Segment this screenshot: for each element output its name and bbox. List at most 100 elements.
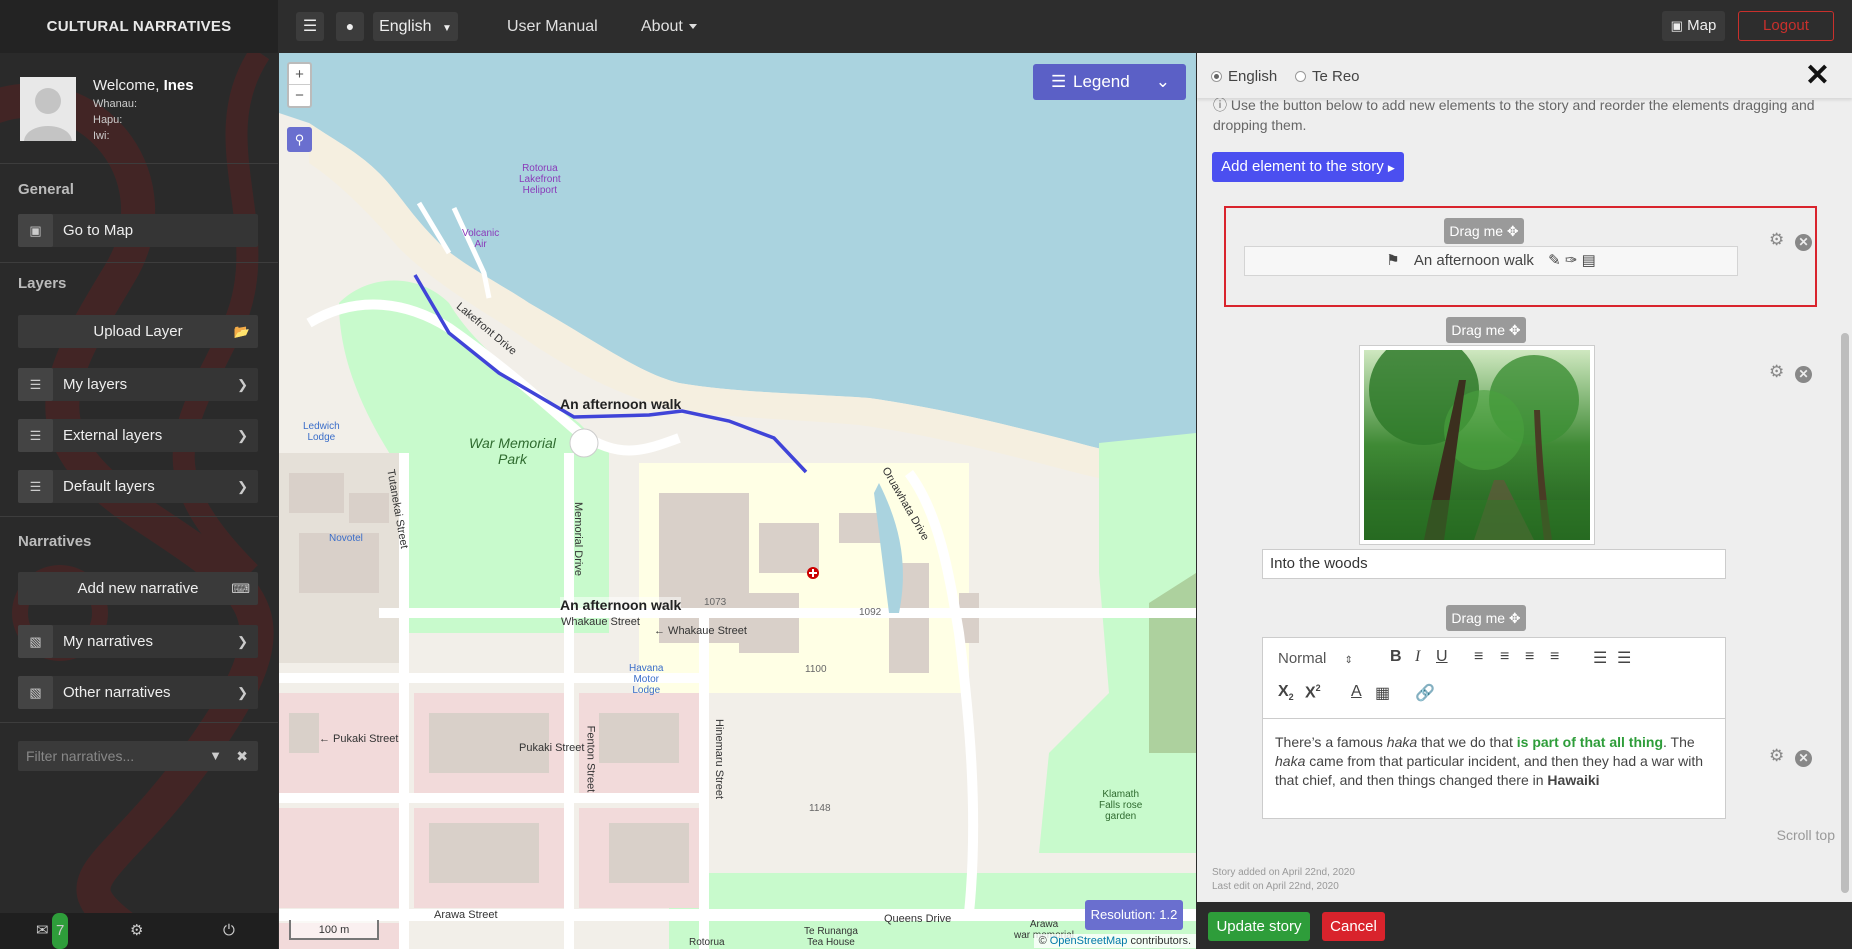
map-label-whakaue-street: Whakaue Street [561, 616, 640, 628]
image-element[interactable] [1359, 335, 1595, 545]
envelope-icon[interactable]: ✉ [36, 913, 49, 949]
align-justify-icon[interactable]: ≡ [1550, 648, 1559, 666]
roundabout [569, 428, 599, 458]
link-icon[interactable]: 🔗 [1415, 683, 1435, 703]
align-left-icon[interactable]: ≡ [1474, 648, 1483, 666]
sidebar-item-my-narratives[interactable]: ▧ My narratives ❯ [18, 625, 258, 658]
forest-path-image [1364, 335, 1590, 540]
superscript-icon[interactable]: X2 [1305, 683, 1321, 702]
filter-icon[interactable]: ▼ [209, 741, 222, 771]
upload-layer-button[interactable]: Upload Layer 📂 [18, 315, 258, 348]
map-label-pukaki-street-2: Pukaki Street [519, 742, 585, 754]
attribution-prefix: © [1038, 935, 1047, 947]
sidebar-item-label: Other narratives [63, 684, 171, 701]
align-right-icon[interactable]: ≡ [1525, 648, 1534, 666]
format-select[interactable]: Normal ⇕ [1278, 650, 1353, 667]
info-text-content: Use the button below to add new elements… [1213, 97, 1815, 133]
map-story-item[interactable]: ⚑ An afternoon walk ✎ ✑ ▤ [1244, 246, 1738, 276]
remove-element-icon[interactable]: ✕ [1795, 234, 1812, 251]
brand-title: CULTURAL NARRATIVES [0, 0, 278, 53]
editor-content[interactable]: There’s a famous haka that we do that is… [1275, 733, 1715, 790]
gear-icon[interactable]: ⚙ [1769, 230, 1784, 250]
sidebar-footer: ✉ 7 ⚙ ⏻ [0, 913, 278, 949]
power-icon[interactable]: ⏻ [223, 913, 235, 949]
sidebar-item-go-to-map[interactable]: ▣ Go to Map [18, 214, 258, 247]
text-color-icon[interactable]: A [1351, 683, 1362, 701]
images-icon[interactable]: ▤ [1582, 252, 1596, 269]
sidebar-item-external-layers[interactable]: ☰ External layers ❯ [18, 419, 258, 452]
caret-right-icon: ▶ [1387, 163, 1395, 173]
keyboard-icon: ⌨ [231, 581, 250, 596]
drag-handle[interactable]: Drag me ✥ [1446, 317, 1526, 343]
story-editor-panel: ⓘ Use the button below to add new elemen… [1197, 53, 1852, 949]
pin-button[interactable]: ● [336, 12, 364, 41]
close-panel-button[interactable]: ✕ [1805, 58, 1830, 93]
map-view[interactable]: Rotorua Lakefront Heliport Volcanic Air … [279, 53, 1196, 949]
user-manual-link[interactable]: User Manual [507, 0, 598, 53]
add-new-narrative-button[interactable]: Add new narrative ⌨ [18, 572, 258, 605]
cancel-button[interactable]: Cancel [1322, 912, 1385, 941]
panel-scrollbar[interactable] [1841, 333, 1849, 893]
drag-handle[interactable]: Drag me ✥ [1446, 605, 1526, 631]
scroll-top-link[interactable]: Scroll top [1777, 827, 1835, 843]
sidebar-item-my-layers[interactable]: ☰ My layers ❯ [18, 368, 258, 401]
align-center-icon[interactable]: ≡ [1500, 648, 1509, 666]
zoom-out-button[interactable]: − [289, 85, 310, 106]
background-color-icon[interactable]: ▦ [1375, 683, 1390, 703]
radio-english[interactable]: English [1211, 68, 1277, 85]
zoom-control: + − [287, 62, 312, 108]
zoom-box-button[interactable]: ⚲ [287, 127, 312, 152]
remove-element-icon[interactable]: ✕ [1795, 366, 1812, 383]
text-run: . The [1663, 734, 1695, 750]
logout-button[interactable]: Logout [1738, 11, 1834, 41]
map-pin-icon: ● [345, 18, 355, 34]
layers-icon: ☰ [18, 470, 53, 503]
sidebar-item-default-layers[interactable]: ☰ Default layers ❯ [18, 470, 258, 503]
clear-filter-icon[interactable]: ✖ [236, 741, 248, 771]
edit-icon[interactable]: ✎ [1548, 252, 1561, 269]
sidebar-item-other-narratives[interactable]: ▧ Other narratives ❯ [18, 676, 258, 709]
menu-toggle-button[interactable]: ☰ [296, 12, 324, 41]
legend-button[interactable]: ☰ Legend ⌄ [1033, 64, 1186, 100]
info-text: ⓘ Use the button below to add new elemen… [1213, 95, 1823, 135]
gear-icon[interactable]: ⚙ [1769, 362, 1784, 382]
sidebar-item-label: Go to Map [63, 222, 134, 239]
bullet-list-icon[interactable]: ☰ [1617, 648, 1631, 668]
map-label-te-runanga: Te Runanga Tea House [804, 926, 858, 948]
folder-open-icon: 📂 [233, 324, 250, 339]
chevron-down-icon: ⌄ [1155, 72, 1170, 91]
openstreetmap-link[interactable]: OpenStreetMap [1050, 935, 1128, 947]
resolution-indicator: Resolution: 1.2 [1085, 900, 1183, 930]
filter-narratives-input[interactable]: Filter narratives... ▼ ✖ [18, 741, 258, 771]
divider [0, 722, 278, 723]
building [609, 823, 689, 883]
chevron-right-icon: ❯ [237, 634, 248, 649]
italic-icon[interactable]: I [1415, 648, 1420, 666]
building [759, 523, 819, 573]
subscript-icon[interactable]: X2 [1278, 683, 1294, 702]
sidebar-item-label: My layers [63, 376, 128, 393]
remove-element-icon[interactable]: ✕ [1795, 750, 1812, 767]
drag-handle[interactable]: Drag me ✥ [1444, 218, 1524, 244]
add-element-button[interactable]: Add element to the story ▶ [1212, 152, 1404, 182]
last-edit-date: Last edit on April 22nd, 2020 [1212, 881, 1339, 892]
gear-icon[interactable]: ⚙ [1769, 746, 1784, 766]
narratives-section-title: Narratives [18, 533, 92, 550]
language-select[interactable]: English ▼ [373, 12, 458, 41]
update-story-button[interactable]: Update story [1208, 912, 1310, 941]
radio-te-reo[interactable]: Te Reo [1295, 68, 1360, 85]
underline-icon[interactable]: U [1436, 648, 1448, 666]
map-label-rotorua: Rotorua [689, 937, 725, 948]
brush-icon[interactable]: ✑ [1565, 252, 1578, 269]
rich-text-editor[interactable]: Normal ⇕ B I U ≡ ≡ ≡ ≡ ☰ ☰ X2 X2 A ▦ 🔗 T… [1262, 637, 1726, 819]
gear-icon[interactable]: ⚙ [130, 913, 143, 949]
about-menu[interactable]: About [641, 0, 697, 53]
map-button[interactable]: ▣ Map [1662, 11, 1725, 41]
map-label-pukaki-street: ← Pukaki Street [319, 733, 399, 745]
zoom-in-button[interactable]: + [289, 64, 310, 85]
image-caption-input[interactable]: Into the woods [1262, 549, 1726, 579]
town-block [279, 808, 399, 908]
building [599, 713, 679, 763]
ordered-list-icon[interactable]: ☰ [1593, 648, 1607, 668]
bold-icon[interactable]: B [1390, 648, 1402, 666]
